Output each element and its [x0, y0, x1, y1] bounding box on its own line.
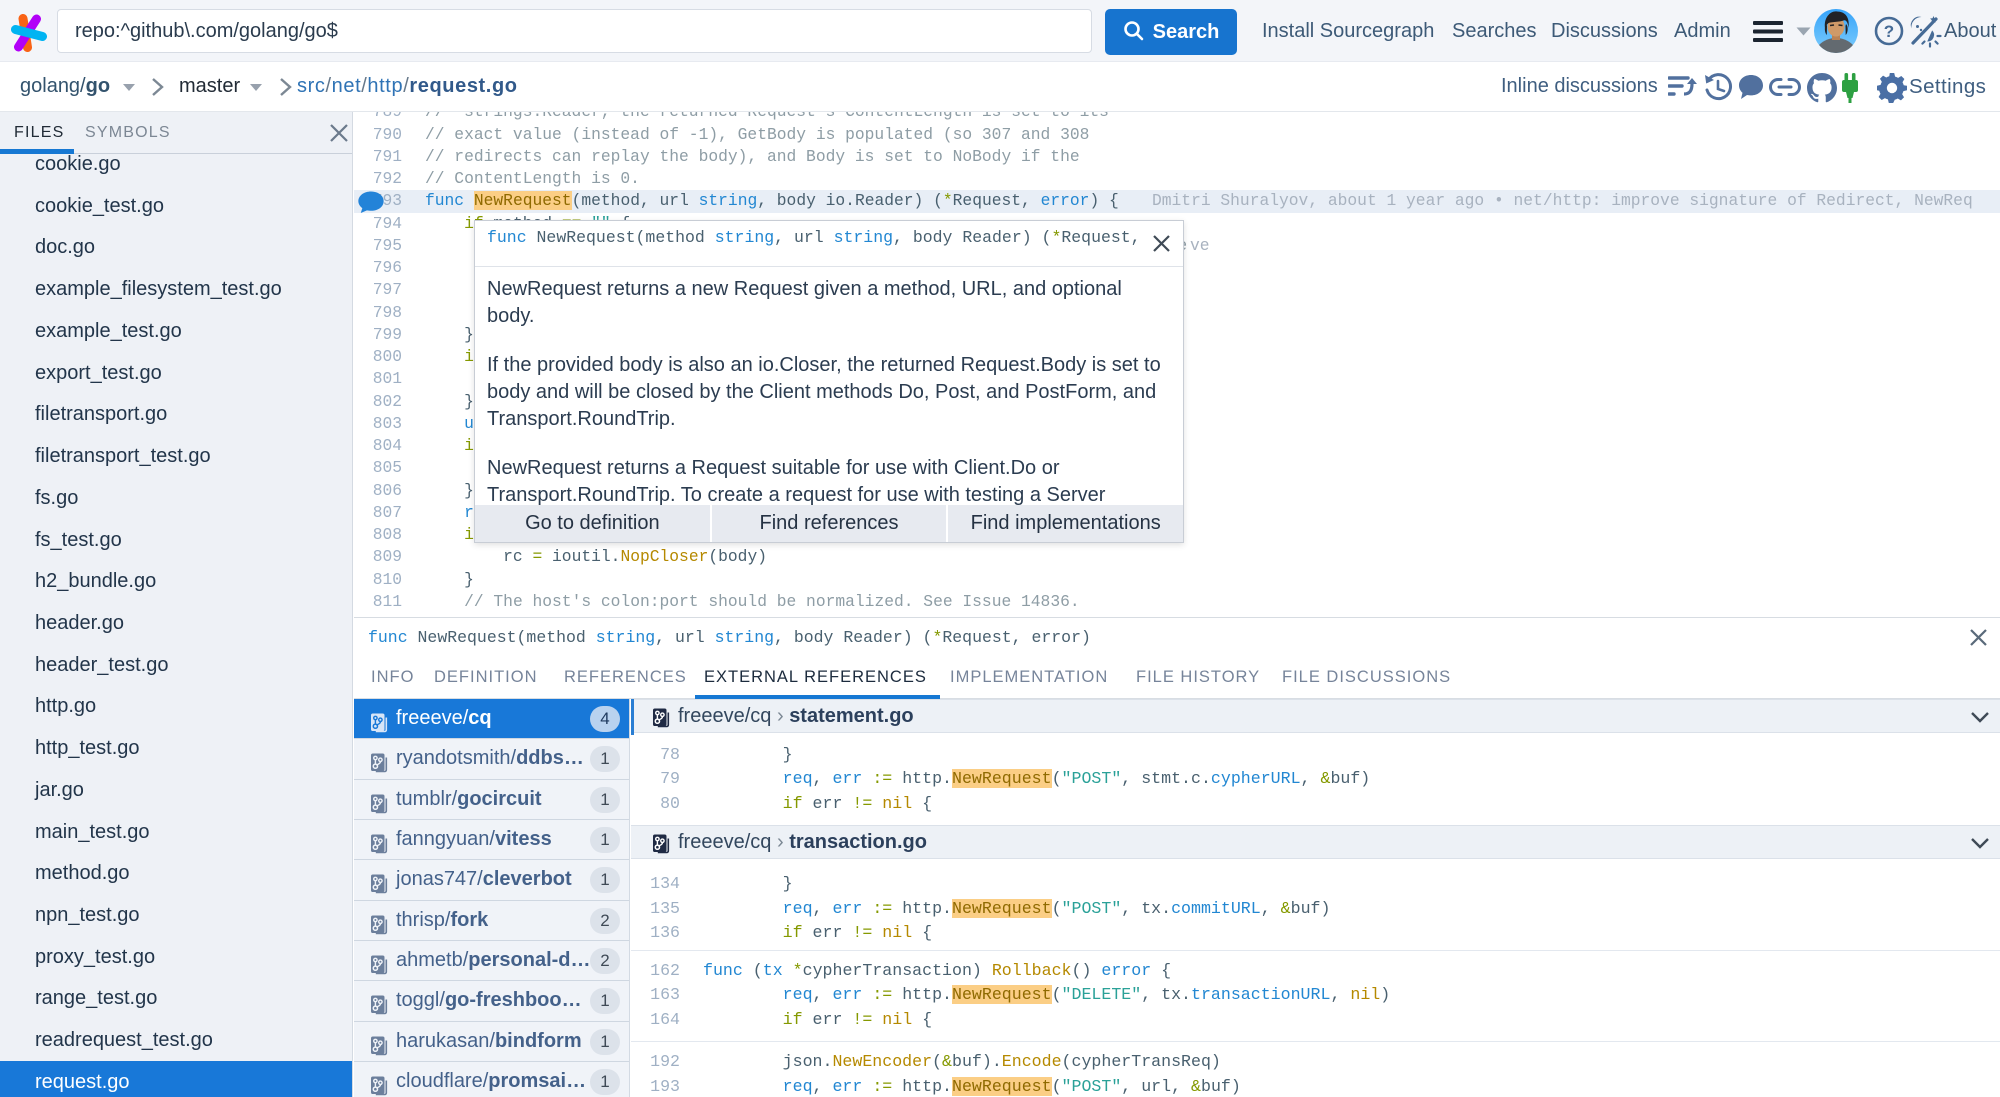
svg-text:?: ? — [1884, 22, 1894, 41]
